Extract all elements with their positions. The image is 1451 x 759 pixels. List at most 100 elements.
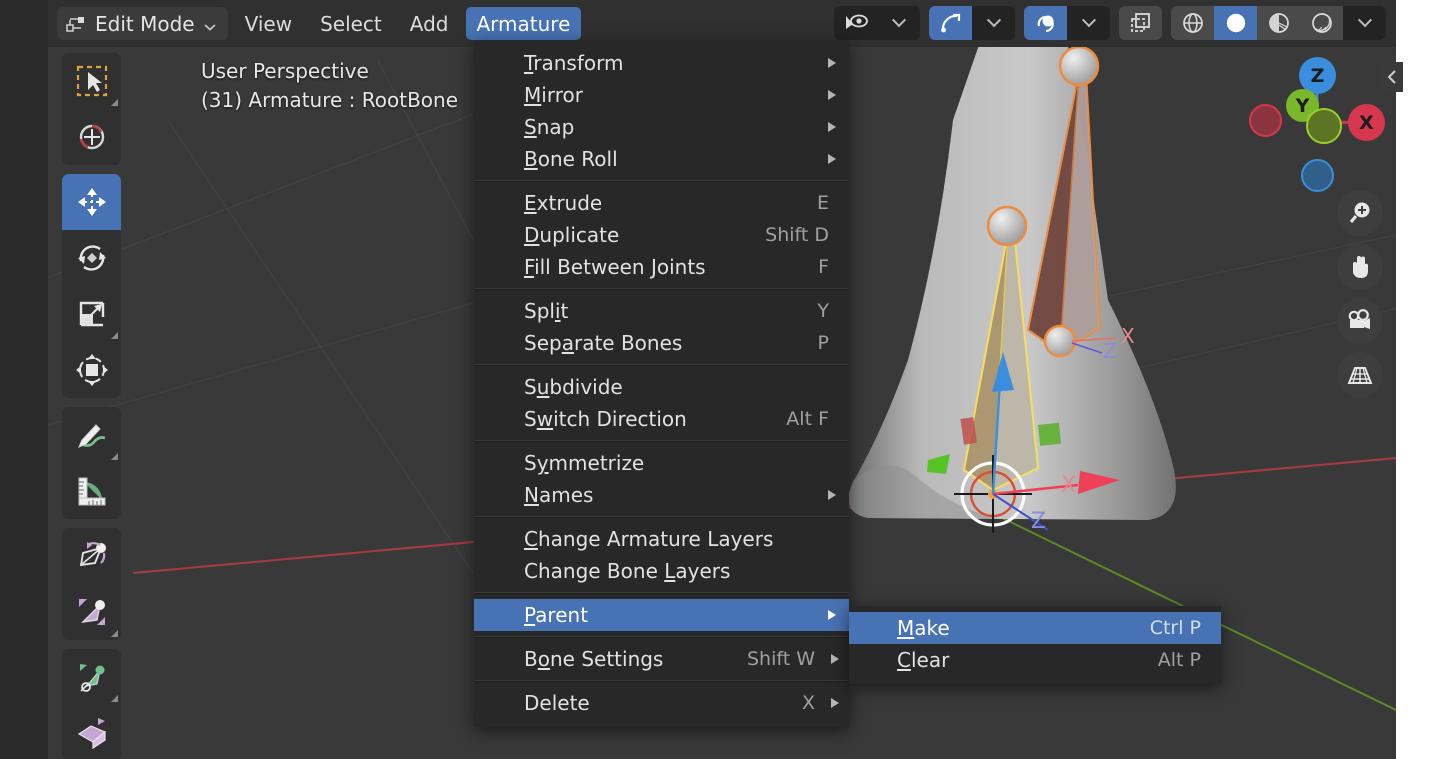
- move-tool[interactable]: [62, 174, 121, 230]
- gizmo-axis-neg-y[interactable]: [1306, 108, 1342, 144]
- cursor-tool[interactable]: [62, 109, 121, 165]
- bone-roll-tool[interactable]: [62, 528, 121, 584]
- menu-view[interactable]: View: [234, 7, 303, 40]
- menu-item-bone-settings[interactable]: Bone Settings Shift W: [474, 643, 849, 675]
- menu-separator: [474, 440, 849, 442]
- proportional-editing-icon[interactable]: [1024, 6, 1067, 40]
- transform-tool[interactable]: [62, 342, 121, 398]
- menu-select[interactable]: Select: [309, 7, 393, 40]
- menu-item-fill-between-joints[interactable]: Fill Between Joints F: [474, 251, 849, 283]
- collapse-arrow-icon[interactable]: [1381, 62, 1403, 92]
- submenu-arrow-icon: [831, 654, 839, 664]
- bone-envelope-tool[interactable]: [62, 649, 121, 705]
- mode-selector[interactable]: Edit Mode: [57, 7, 228, 40]
- shortcut-label: Alt F: [786, 408, 829, 430]
- xray-toggle-icon[interactable]: [1119, 6, 1162, 40]
- gizmo-axis-x[interactable]: X: [1348, 104, 1385, 141]
- menu-item-subdivide[interactable]: Subdivide: [474, 371, 849, 403]
- scale-tool[interactable]: [62, 286, 121, 342]
- submenu-item-clear[interactable]: Clear Alt P: [849, 644, 1221, 676]
- shading-group: [1171, 6, 1386, 40]
- menu-separator: [474, 516, 849, 518]
- parent-submenu[interactable]: Make Ctrl P Clear Alt P: [849, 606, 1221, 684]
- menu-add[interactable]: Add: [399, 7, 460, 40]
- extrude-tool[interactable]: [62, 705, 121, 759]
- menu-item-transform[interactable]: Transform: [474, 47, 849, 79]
- viewport-object-label: (31) Armature : RootBone: [201, 88, 459, 112]
- menu-item-change-armature-layers[interactable]: Change Armature Layers: [474, 523, 849, 555]
- right-empty-panel: [1396, 0, 1451, 759]
- gizmo-axis-neg-x[interactable]: [1249, 104, 1282, 137]
- menu-item-symmetrize[interactable]: Symmetrize: [474, 447, 849, 479]
- chevron-down-icon[interactable]: [972, 6, 1015, 40]
- submenu-arrow-icon: [831, 698, 839, 708]
- tweak-select-box-tool[interactable]: [62, 53, 121, 109]
- menu-separator: [474, 364, 849, 366]
- shortcut-label: E: [816, 192, 829, 214]
- menu-item-bone-roll[interactable]: Bone Roll: [474, 143, 849, 175]
- viewport-header: Edit Mode View Select Add Armature: [48, 0, 1396, 47]
- menu-item-change-bone-layers[interactable]: Change Bone Layers: [474, 555, 849, 587]
- gizmo-axis-neg-z[interactable]: [1301, 159, 1334, 192]
- menu-separator: [474, 180, 849, 182]
- menu-item-duplicate[interactable]: Duplicate Shift D: [474, 219, 849, 251]
- menu-armature[interactable]: Armature: [465, 7, 582, 40]
- hand-pan-icon[interactable]: [1337, 244, 1383, 290]
- shading-material-preview-icon[interactable]: [1257, 6, 1300, 40]
- menu-item-separate-bones[interactable]: Separate Bones P: [474, 327, 849, 359]
- chevron-down-icon: [203, 12, 216, 36]
- shortcut-label: Alt P: [1157, 649, 1201, 671]
- toolbar-group-bone: [62, 528, 121, 640]
- shortcut-label: F: [818, 256, 829, 278]
- shortcut-label: P: [817, 332, 829, 354]
- menu-separator: [474, 636, 849, 638]
- shortcut-label: Shift W: [746, 648, 815, 670]
- edit-mode-icon: [66, 15, 86, 33]
- toolbar-group-envelope: [62, 649, 121, 759]
- blender-window: X Z X Z User Perspective (31) Armature :…: [0, 0, 1451, 759]
- viewport-perspective-label: User Perspective: [201, 59, 369, 83]
- rotate-tool[interactable]: [62, 230, 121, 286]
- svg-text:Z: Z: [1103, 339, 1117, 363]
- submenu-item-make[interactable]: Make Ctrl P: [849, 612, 1221, 644]
- measure-tool[interactable]: [62, 463, 121, 519]
- menu-item-switch-direction[interactable]: Switch Direction Alt F: [474, 403, 849, 435]
- menu-item-parent[interactable]: Parent: [474, 599, 849, 631]
- shading-wireframe-icon[interactable]: [1171, 6, 1214, 40]
- submenu-arrow-icon: [828, 490, 836, 500]
- armature-dropdown-menu[interactable]: Transform Mirror Snap Bone Roll Extrude …: [474, 41, 849, 727]
- menu-separator: [474, 680, 849, 682]
- visibility-selectability-icon[interactable]: [834, 6, 877, 40]
- viewport-info: User Perspective (31) Armature : RootBon…: [201, 57, 458, 115]
- shading-solid-icon[interactable]: [1214, 6, 1257, 40]
- svg-text:Z: Z: [1031, 509, 1046, 534]
- menu-item-extrude[interactable]: Extrude E: [474, 187, 849, 219]
- shortcut-label: Y: [817, 300, 829, 322]
- navigation-gizmo[interactable]: Z Y X: [1248, 52, 1388, 192]
- bone-size-tool[interactable]: [62, 584, 121, 640]
- chevron-down-icon[interactable]: [877, 6, 920, 40]
- submenu-arrow-icon: [828, 154, 836, 164]
- chevron-down-icon[interactable]: [1067, 6, 1110, 40]
- shading-rendered-icon[interactable]: [1300, 6, 1343, 40]
- toolbar-group-annotate: [62, 407, 121, 519]
- menu-item-snap[interactable]: Snap: [474, 111, 849, 143]
- menu-item-mirror[interactable]: Mirror: [474, 79, 849, 111]
- menu-item-split[interactable]: Split Y: [474, 295, 849, 327]
- snap-group: [929, 6, 1015, 40]
- toolbar-group-transform: [62, 174, 121, 398]
- submenu-arrow-icon: [828, 58, 836, 68]
- menu-item-names[interactable]: Names: [474, 479, 849, 511]
- annotate-tool[interactable]: [62, 407, 121, 463]
- submenu-arrow-icon: [828, 122, 836, 132]
- chevron-down-icon[interactable]: [1343, 6, 1386, 40]
- menu-item-delete[interactable]: Delete X: [474, 687, 849, 719]
- shortcut-label: Shift D: [765, 224, 829, 246]
- toolbar-group-select: [62, 53, 121, 165]
- snap-magnet-icon[interactable]: [929, 6, 972, 40]
- menu-separator: [474, 592, 849, 594]
- camera-icon[interactable]: [1337, 298, 1383, 344]
- zoom-icon[interactable]: [1337, 190, 1383, 236]
- grid-perspective-icon[interactable]: [1337, 352, 1383, 398]
- left-gutter: [0, 0, 48, 759]
